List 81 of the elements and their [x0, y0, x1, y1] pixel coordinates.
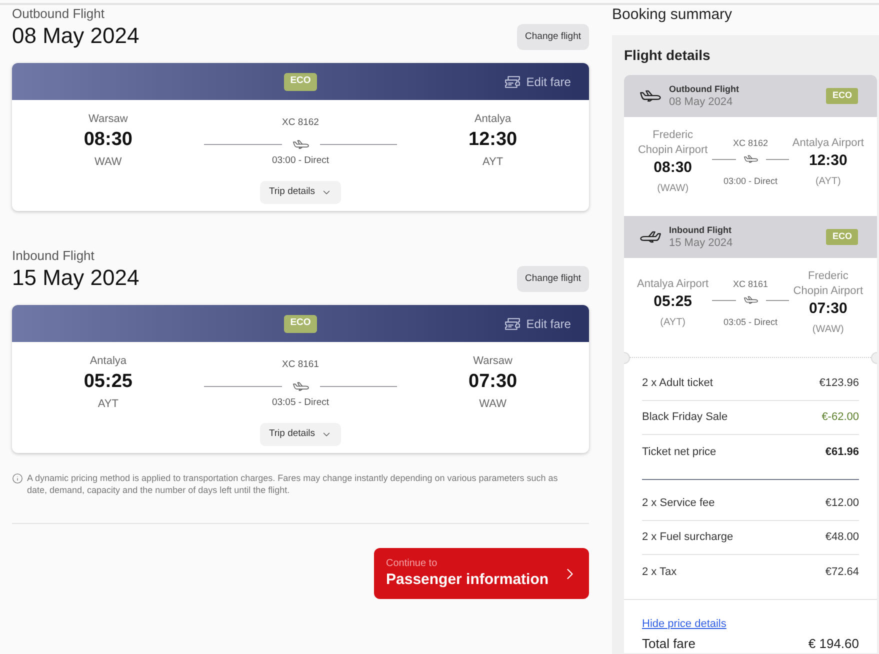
flight-duration: 03:00 - Direct: [723, 175, 778, 187]
flight-number: XC 8162: [282, 117, 319, 129]
price-amount: €61.96: [825, 444, 859, 460]
trip-details-button[interactable]: Trip details: [260, 423, 342, 446]
plane-icon: [744, 155, 758, 163]
flight-time: 07:30: [808, 299, 848, 318]
price-label: Black Friday Sale: [642, 410, 728, 426]
flight-direction-label: Inbound Flight: [12, 248, 94, 264]
airport-code: AYT: [482, 155, 504, 169]
city-name: Warsaw: [473, 354, 512, 368]
plane-icon: [292, 140, 308, 148]
city-name: Antalya: [90, 354, 127, 368]
price-amount: €-62.00: [822, 410, 859, 426]
price-amount: €123.96: [819, 376, 859, 392]
ticket-notch: [624, 352, 630, 364]
price-label: 2 x Tax: [642, 564, 677, 580]
pricing-note: A dynamic pricing method is applied to transportation charges. Fares may change instantly depending on various parameters such as date, demand, capacity and the number of days left until the flight.: [27, 472, 559, 496]
fare-badge: ECO: [826, 229, 858, 245]
plane-icon: [744, 296, 758, 304]
airport-name: Antalya Airport: [792, 136, 864, 150]
flight-number: XC 8162: [732, 137, 768, 149]
tickets-icon: [505, 318, 520, 330]
flight-date: 15 May 2024: [12, 264, 140, 292]
flight-number: XC 8161: [282, 359, 319, 371]
fare-badge: ECO: [826, 88, 858, 104]
airport-code: WAW: [479, 397, 506, 411]
route-line: [766, 158, 790, 160]
flight-number: XC 8161: [732, 278, 768, 290]
airport-name: Frederic Chopin Airport: [636, 128, 709, 158]
airport-code: (WAW): [812, 323, 844, 337]
edit-fare-button[interactable]: Edit fare: [505, 314, 571, 332]
flight-time: 05:25: [654, 292, 692, 310]
edit-fare-button[interactable]: Edit fare: [505, 72, 571, 90]
flight-time: 12:30: [468, 129, 518, 151]
price-amount: €72.64: [825, 564, 859, 580]
flight-direction-label: Outbound Flight: [12, 6, 105, 22]
airport-name: Antalya Airport: [637, 276, 709, 292]
plane-icon: [640, 90, 661, 102]
plane-icon: [640, 231, 661, 243]
airport-code: (AYT): [660, 316, 686, 330]
flight-direction-label: Inbound Flight: [669, 224, 732, 236]
hide-price-details-link[interactable]: Hide price details: [642, 617, 859, 631]
flight-time: 12:30: [808, 150, 848, 170]
flight-time: 08:30: [84, 129, 132, 151]
city-name: Warsaw: [88, 112, 128, 126]
route-line: [712, 158, 736, 160]
trip-details-button[interactable]: Trip details: [260, 181, 342, 204]
continue-button[interactable]: Continue to Passenger information: [374, 548, 589, 599]
total-label: Total fare: [642, 635, 696, 653]
flight-date: 08 May 2024: [12, 22, 140, 50]
flight-time: 08:30: [654, 158, 692, 177]
section-title: Flight details: [624, 46, 712, 65]
change-flight-button[interactable]: Change flight: [517, 24, 589, 50]
price-label: 2 x Fuel surcharge: [642, 530, 734, 546]
airport-name: Frederic Chopin Airport: [792, 269, 864, 299]
flight-duration: 03:00 - Direct: [272, 155, 329, 167]
price-label: 2 x Adult ticket: [642, 376, 713, 392]
flight-date: 08 May 2024: [669, 95, 734, 109]
plane-icon: [292, 382, 308, 390]
info-icon: [12, 473, 23, 484]
flight-direction-label: Outbound Flight: [669, 83, 739, 95]
flight-time: 05:25: [84, 371, 132, 393]
summary-title: Booking summary: [612, 5, 734, 25]
tickets-icon: [505, 76, 520, 88]
flight-duration: 03:05 - Direct: [272, 397, 329, 409]
airport-code: (WAW): [657, 182, 689, 196]
airport-code: WAW: [94, 155, 122, 169]
total-amount: € 194.60: [808, 635, 859, 653]
flight-duration: 03:05 - Direct: [723, 316, 778, 328]
airport-code: (AYT): [815, 174, 841, 188]
city-name: Antalya: [474, 112, 512, 126]
airport-code: AYT: [98, 397, 118, 411]
flight-time: 07:30: [468, 371, 518, 393]
change-flight-button[interactable]: Change flight: [517, 266, 589, 292]
flight-date: 15 May 2024: [669, 236, 733, 250]
fare-badge: ECO: [284, 314, 317, 332]
price-label: 2 x Service fee: [642, 496, 715, 512]
price-amount: €12.00: [825, 496, 859, 512]
fare-badge: ECO: [284, 72, 317, 90]
price-label: Ticket net price: [642, 444, 716, 460]
price-amount: €48.00: [825, 530, 859, 546]
